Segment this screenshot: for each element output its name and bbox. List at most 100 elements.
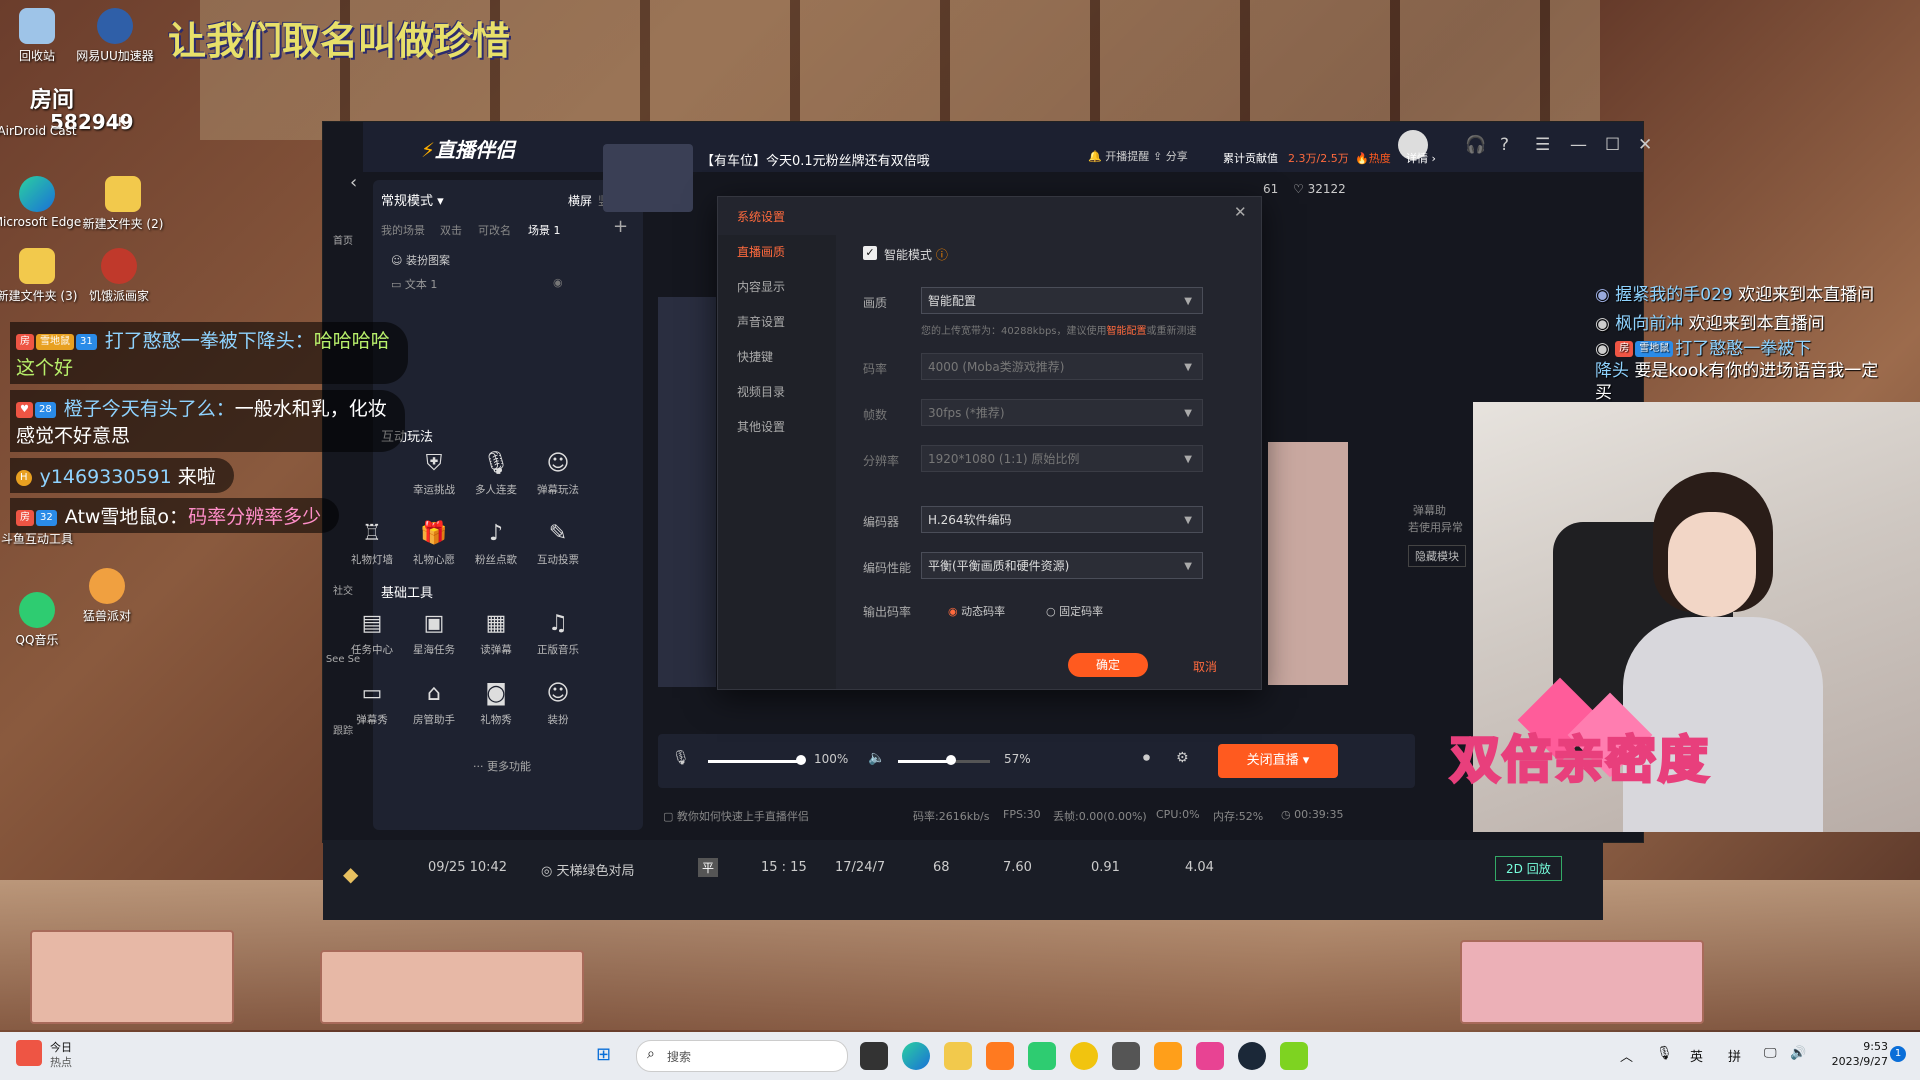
news-icon[interactable] — [16, 1040, 42, 1066]
music-taskbar-icon[interactable] — [1070, 1042, 1098, 1070]
help-icon[interactable]: ? — [1500, 135, 1509, 155]
taskbar-clock-date[interactable]: 2023/9/27 — [1818, 1055, 1888, 1068]
tab-landscape[interactable]: 横屏 — [568, 192, 592, 209]
nav-home[interactable]: 首页 — [325, 232, 361, 247]
tool-task-center[interactable]: ▤ 任务中心 — [341, 610, 403, 657]
bitrate-select[interactable]: 4000 (Moba类游戏推荐) ▼ — [921, 353, 1203, 380]
nav-hotkeys[interactable]: 快捷键 — [718, 340, 836, 375]
microphone-icon[interactable]: 🎙 — [672, 750, 690, 766]
windows-start-icon[interactable]: ⊞ — [596, 1044, 611, 1065]
explorer-icon[interactable] — [944, 1042, 972, 1070]
dialog-close-icon[interactable]: ✕ — [1234, 203, 1247, 221]
add-scene-icon[interactable]: + — [613, 216, 628, 237]
tool-multi-mic[interactable]: 🎙 多人连麦 — [465, 450, 527, 497]
nav-content-display[interactable]: 内容显示 — [718, 270, 836, 305]
remind-button[interactable]: 🔔 开播提醒 — [1088, 148, 1149, 164]
record-icon[interactable]: ⏺ — [1143, 750, 1150, 766]
encoder-select[interactable]: H.264软件编码 ▼ — [921, 506, 1203, 533]
taskbar-search-box[interactable]: ⌕ 搜索 — [636, 1040, 848, 1072]
minimize-icon[interactable]: — — [1570, 135, 1587, 155]
steam-taskbar-icon[interactable] — [1238, 1042, 1266, 1070]
tool-danmu-show[interactable]: ▭ 弹幕秀 — [341, 680, 403, 727]
mic-tray-icon[interactable]: 🎙 — [1656, 1046, 1673, 1061]
replay-button[interactable]: 2D 回放 — [1495, 856, 1562, 881]
network-icon[interactable]: 🖵 — [1764, 1046, 1777, 1061]
mic-volume-handle[interactable] — [796, 755, 806, 765]
desktop-icon-qq-music[interactable]: QQ音乐 — [0, 592, 82, 648]
taskbar-clock-time[interactable]: 9:53 — [1840, 1040, 1888, 1053]
details-link[interactable]: 详情 › — [1406, 150, 1436, 166]
menu-icon[interactable]: ☰ — [1535, 135, 1550, 155]
close-live-button[interactable]: 关闭直播 ▾ — [1218, 744, 1338, 778]
tool-gift-wish[interactable]: 🎁 礼物心愿 — [403, 520, 465, 567]
tool-star-task[interactable]: ▣ 星海任务 — [403, 610, 465, 657]
tool-gift-show[interactable]: ◙ 礼物秀 — [465, 680, 527, 727]
desktop-icon-painter[interactable]: 饥饿派画家 — [74, 248, 164, 304]
quality-select[interactable]: 智能配置 ▼ — [921, 287, 1203, 314]
radio-dynamic-bitrate[interactable]: ◉ 动态码率 — [948, 603, 1005, 619]
speaker-icon[interactable]: 🔈 — [868, 750, 885, 766]
resolution-select[interactable]: 1920*1080 (1:1) 原始比例 ▼ — [921, 445, 1203, 472]
headset-icon[interactable]: 🎧 — [1465, 135, 1486, 155]
desktop-icon-folder-3[interactable]: 新建文件夹 (3) — [0, 248, 82, 304]
nav-stream-quality[interactable]: 直播画质 — [718, 235, 836, 270]
task-view-icon[interactable] — [860, 1042, 888, 1070]
ime-mode[interactable]: 拼 — [1728, 1046, 1741, 1065]
share-button[interactable]: ⇪ 分享 — [1153, 148, 1188, 164]
scene-tab-1[interactable]: 场景 1 — [528, 222, 561, 238]
volume-icon[interactable]: 🔊 — [1790, 1046, 1806, 1061]
smart-mode-checkbox[interactable]: ✓ — [863, 246, 877, 260]
fps-select[interactable]: 30fps (*推荐) ▼ — [921, 399, 1203, 426]
desktop-icon-uu[interactable]: 网易UU加速器 — [70, 8, 160, 64]
radio-fixed-bitrate[interactable]: ○ 固定码率 — [1046, 603, 1103, 619]
encode-perf-select[interactable]: 平衡(平衡画质和硬件资源) ▼ — [921, 552, 1203, 579]
news-label[interactable]: 今日 — [50, 1039, 72, 1055]
tool-danmu-play[interactable]: ☺ 弹幕玩法 — [527, 450, 589, 497]
app-taskbar-icon[interactable] — [1028, 1042, 1056, 1070]
tool-gift-wall[interactable]: ♖ 礼物灯墙 — [341, 520, 403, 567]
live-companion-taskbar-icon[interactable] — [986, 1042, 1014, 1070]
collapse-arrow-icon[interactable]: ‹ — [350, 172, 357, 193]
kook-taskbar-icon[interactable] — [1280, 1042, 1308, 1070]
speaker-volume-handle[interactable] — [946, 755, 956, 765]
desktop-icon-edge[interactable]: Microsoft Edge — [0, 176, 82, 229]
douyu-taskbar-icon[interactable] — [1154, 1042, 1182, 1070]
more-features-button[interactable]: ··· 更多功能 — [473, 758, 531, 774]
settings-icon[interactable]: ⚙ — [1176, 750, 1189, 766]
streamer-face — [1668, 512, 1756, 617]
hide-module-button[interactable]: 隐藏模块 — [1408, 545, 1466, 567]
confirm-button[interactable]: 确定 — [1068, 653, 1148, 677]
ime-lang[interactable]: 英 — [1690, 1046, 1703, 1065]
maximize-icon[interactable]: ☐ — [1605, 135, 1620, 155]
visibility-icon[interactable]: ◉ — [553, 276, 563, 289]
game-taskbar-icon[interactable] — [1112, 1042, 1140, 1070]
scene-tab-rename[interactable]: 可改名 — [478, 222, 511, 238]
close-icon[interactable]: ✕ — [1638, 135, 1652, 155]
tool-music[interactable]: ♫ 正版音乐 — [527, 610, 589, 657]
notification-icon[interactable]: 1 — [1890, 1046, 1906, 1062]
mic-volume-slider[interactable] — [708, 760, 800, 763]
app2-taskbar-icon[interactable] — [1196, 1042, 1224, 1070]
desktop-icon-airdroid[interactable]: AirDroid Cast — [0, 124, 82, 138]
nav-video-dir[interactable]: 视频目录 — [718, 375, 836, 410]
tool-fan-song[interactable]: ♪ 粉丝点歌 — [465, 520, 527, 567]
scene-tab-mine[interactable]: 我的场景 — [381, 222, 425, 238]
source-item-text1[interactable]: ▭ 文本 1 — [391, 276, 437, 292]
source-item-decoration[interactable]: ☺ 装扮图案 — [391, 252, 450, 268]
nav-social[interactable]: 社交 — [325, 582, 361, 597]
tutorial-link[interactable]: ▢ 教你如何快速上手直播伴侣 — [663, 808, 809, 824]
edge-taskbar-icon[interactable] — [902, 1042, 930, 1070]
tool-read-danmu[interactable]: ▦ 读弹幕 — [465, 610, 527, 657]
tool-lucky-challenge[interactable]: ⛨ 幸运挑战 — [403, 450, 465, 497]
tray-expand-icon[interactable]: ︿ — [1620, 1046, 1633, 1065]
nav-other[interactable]: 其他设置 — [718, 410, 836, 445]
nav-sound[interactable]: 声音设置 — [718, 305, 836, 340]
scene-tab-dblclick[interactable]: 双击 — [440, 222, 462, 238]
mode-dropdown[interactable]: 常规模式 ▾ — [381, 190, 444, 209]
tool-vote[interactable]: ✎ 互动投票 — [527, 520, 589, 567]
tool-decoration[interactable]: ☺ 装扮 — [527, 680, 589, 727]
tool-room-admin[interactable]: ⌂ 房管助手 — [403, 680, 465, 727]
cancel-button[interactable]: 取消 — [1193, 658, 1217, 675]
live-title[interactable]: 【有车位】今天0.1元粉丝牌还有双倍哦 — [701, 150, 930, 169]
desktop-icon-folder-2[interactable]: 新建文件夹 (2) — [78, 176, 168, 232]
